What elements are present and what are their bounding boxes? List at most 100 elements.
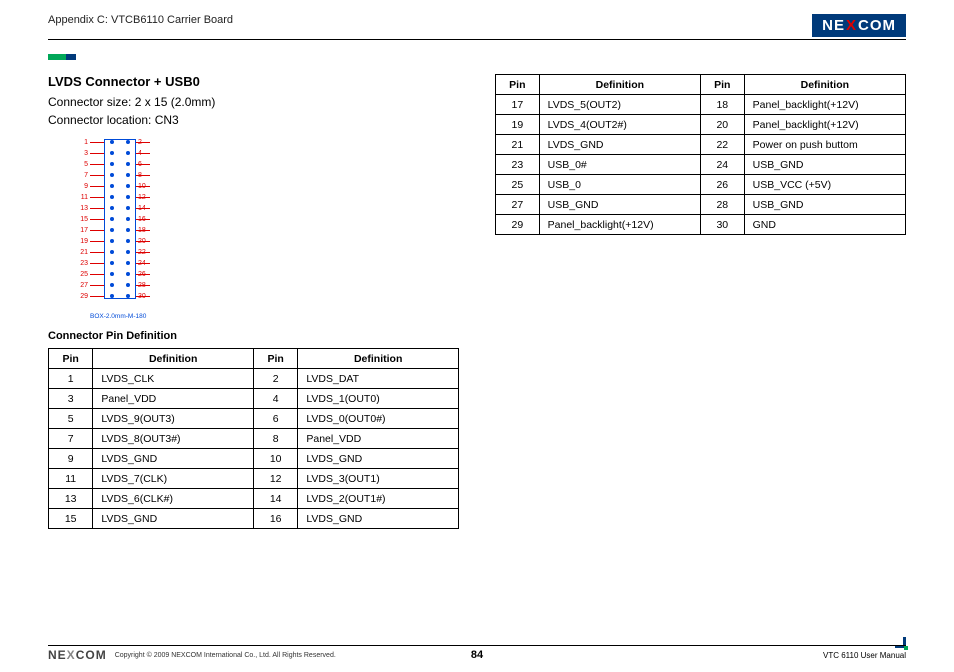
page-footer: NEXCOM Copyright © 2009 NEXCOM Internati… — [48, 645, 906, 662]
diagram-pin-number: 7 — [74, 172, 88, 179]
diagram-pin-number: 6 — [138, 161, 152, 168]
diagram-pin-number: 8 — [138, 172, 152, 179]
diagram-pin-line — [90, 252, 104, 253]
diagram-pin-dot — [110, 173, 114, 177]
diagram-pin-line — [90, 164, 104, 165]
pin-cell: 5 — [49, 409, 93, 429]
definition-cell: LVDS_3(OUT1) — [298, 469, 459, 489]
pin-cell: 19 — [496, 115, 540, 135]
definition-cell: LVDS_7(CLK) — [93, 469, 254, 489]
pin-cell: 22 — [700, 135, 744, 155]
th-pin: Pin — [253, 349, 297, 369]
diagram-pin-dot — [110, 272, 114, 276]
definition-cell: LVDS_CLK — [93, 369, 254, 389]
diagram-pin-number: 21 — [74, 249, 88, 256]
diagram-pin-dot — [126, 228, 130, 232]
diagram-pin-dot — [126, 250, 130, 254]
table-row: 3Panel_VDD4LVDS_1(OUT0) — [49, 389, 459, 409]
definition-cell: USB_0 — [539, 175, 700, 195]
diagram-pin-line — [90, 285, 104, 286]
diagram-pin-line — [90, 230, 104, 231]
nexcom-logo-bottom: NEXCOM — [48, 648, 107, 662]
pin-cell: 27 — [496, 195, 540, 215]
th-pin: Pin — [700, 75, 744, 95]
diagram-pin-row: 21 22 — [60, 247, 180, 257]
connector-location: Connector location: CN3 — [48, 111, 459, 129]
definition-cell: GND — [744, 215, 905, 235]
diagram-pin-row: 25 26 — [60, 269, 180, 279]
diagram-caption: BOX-2.0mm-M-180 — [90, 313, 459, 320]
content-area: LVDS Connector + USB0 Connector size: 2 … — [48, 74, 906, 630]
section-title: LVDS Connector + USB0 — [48, 74, 459, 89]
pin-cell: 13 — [49, 489, 93, 509]
diagram-pin-line — [90, 153, 104, 154]
diagram-pin-number: 17 — [74, 227, 88, 234]
definition-cell: LVDS_0(OUT0#) — [298, 409, 459, 429]
diagram-pin-line — [90, 175, 104, 176]
diagram-pin-dot — [110, 283, 114, 287]
definition-cell: LVDS_9(OUT3) — [93, 409, 254, 429]
right-column: Pin Definition Pin Definition 17LVDS_5(O… — [495, 74, 906, 630]
pin-table-left: Pin Definition Pin Definition 1LVDS_CLK2… — [48, 348, 459, 529]
pin-cell: 18 — [700, 95, 744, 115]
table-row: 1LVDS_CLK2LVDS_DAT — [49, 369, 459, 389]
diagram-pin-number: 22 — [138, 249, 152, 256]
diagram-pin-dot — [126, 283, 130, 287]
accent-stripe-blue — [66, 54, 76, 60]
diagram-pin-dot — [110, 162, 114, 166]
definition-cell: USB_VCC (+5V) — [744, 175, 905, 195]
table-row: 19LVDS_4(OUT2#)20Panel_backlight(+12V) — [496, 115, 906, 135]
definition-cell: LVDS_GND — [298, 449, 459, 469]
definition-cell: LVDS_2(OUT1#) — [298, 489, 459, 509]
diagram-pin-row: 2324 — [60, 258, 180, 268]
diagram-pin-number: 27 — [74, 282, 88, 289]
diagram-pin-dot — [126, 140, 130, 144]
pin-definition-title: Connector Pin Definition — [48, 330, 459, 342]
diagram-pin-number: 13 — [74, 205, 88, 212]
page-number: 84 — [471, 649, 483, 661]
diagram-pin-number: 25 — [74, 271, 88, 278]
diagram-pin-dot — [126, 206, 130, 210]
logo-text-post: COM — [858, 17, 896, 34]
definition-cell: LVDS_DAT — [298, 369, 459, 389]
left-column: LVDS Connector + USB0 Connector size: 2 … — [48, 74, 459, 630]
diagram-pin-dot — [126, 162, 130, 166]
diagram-pin-number: 5 — [74, 161, 88, 168]
pin-cell: 17 — [496, 95, 540, 115]
diagram-pin-dot — [110, 184, 114, 188]
diagram-pin-number: 1 — [74, 139, 88, 146]
pin-cell: 7 — [49, 429, 93, 449]
diagram-pin-row: 27 28 — [60, 280, 180, 290]
diagram-pin-number: 3 — [74, 150, 88, 157]
table-row: 11LVDS_7(CLK)12LVDS_3(OUT1) — [49, 469, 459, 489]
diagram-pin-dot — [110, 294, 114, 298]
diagram-pin-number: 29 — [74, 293, 88, 300]
pin-cell: 8 — [253, 429, 297, 449]
diagram-pin-line — [90, 186, 104, 187]
pin-cell: 9 — [49, 449, 93, 469]
diagram-pin-row: 12 — [60, 137, 180, 147]
pin-cell: 20 — [700, 115, 744, 135]
pin-table-right: Pin Definition Pin Definition 17LVDS_5(O… — [495, 74, 906, 235]
definition-cell: LVDS_GND — [93, 509, 254, 529]
table-row: 29Panel_backlight(+12V)30GND — [496, 215, 906, 235]
definition-cell: Panel_backlight(+12V) — [744, 95, 905, 115]
pin-cell: 1 — [49, 369, 93, 389]
definition-cell: LVDS_GND — [93, 449, 254, 469]
diagram-pin-number: 9 — [74, 183, 88, 190]
definition-cell: LVDS_5(OUT2) — [539, 95, 700, 115]
nexcom-logo-top: NEXCOM — [812, 14, 906, 37]
table-row: 23USB_0#24USB_GND — [496, 155, 906, 175]
diagram-pin-number: 28 — [138, 282, 152, 289]
diagram-pin-dot — [126, 239, 130, 243]
definition-cell: USB_GND — [744, 195, 905, 215]
table-row: 25USB_026USB_VCC (+5V) — [496, 175, 906, 195]
diagram-pin-dot — [110, 195, 114, 199]
pin-cell: 6 — [253, 409, 297, 429]
diagram-pin-number: 10 — [138, 183, 152, 190]
definition-cell: LVDS_8(OUT3#) — [93, 429, 254, 449]
diagram-pin-number: 26 — [138, 271, 152, 278]
diagram-pin-line — [90, 296, 104, 297]
diagram-pin-line — [90, 197, 104, 198]
diagram-pin-dot — [110, 261, 114, 265]
